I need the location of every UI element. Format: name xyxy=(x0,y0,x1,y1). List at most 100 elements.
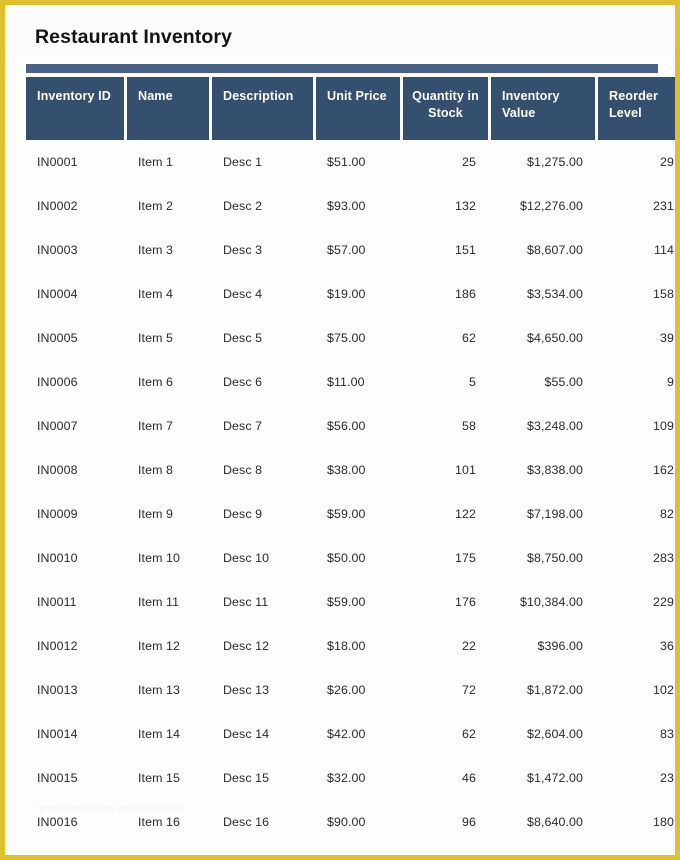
cell-inventory-id: IN0007 xyxy=(37,419,78,433)
cell-inventory-value: $2,604.00 xyxy=(526,727,583,741)
cell-unit-price: $26.00 xyxy=(327,683,366,697)
cell-name: Item 4 xyxy=(138,287,174,301)
table-row: IN0013 Item 13 Desc 13 $26.00 72 $1,872.00 102 xyxy=(26,668,675,712)
cell-quantity: 46 xyxy=(462,771,476,785)
cell-unit-price: $19.00 xyxy=(327,287,366,301)
header-accent-bar xyxy=(26,64,658,73)
table-row: IN0001 Item 1 Desc 1 $51.00 25 $1,275.00 29 xyxy=(26,140,675,184)
cell-reorder-level: 114 xyxy=(653,243,674,257)
cell-name: Item 6 xyxy=(138,375,174,389)
cell-description: Desc 15 xyxy=(223,771,270,785)
cell-inventory-id: IN0001 xyxy=(37,155,78,169)
cell-inventory-value: $3,534.00 xyxy=(526,287,583,301)
cell-unit-price: $50.00 xyxy=(327,551,366,565)
cell-inventory-value: $12,276.00 xyxy=(519,199,583,213)
table-row: IN0016 Item 16 Desc 16 $90.00 96 $8,640.00 180 xyxy=(26,800,675,844)
cell-quantity: 132 xyxy=(455,199,476,213)
cell-description: Desc 6 xyxy=(223,375,263,389)
header-row: Inventory ID Name Description Unit Price… xyxy=(26,77,675,140)
cell-description: Desc 9 xyxy=(223,507,263,521)
cell-inventory-value: $1,472.00 xyxy=(526,771,583,785)
cell-description: Desc 1 xyxy=(223,155,263,169)
column-header-description[interactable]: Description xyxy=(212,77,313,140)
table-row: IN0010 Item 10 Desc 10 $50.00 175 $8,750.00 28… xyxy=(26,536,675,580)
cell-description: Desc 5 xyxy=(223,331,263,345)
cell-inventory-value: $396.00 xyxy=(537,639,583,653)
column-header-inventory-id[interactable]: Inventory ID xyxy=(26,77,124,140)
table-row: IN0015 Item 15 Desc 15 $32.00 46 $1,472.00 23 xyxy=(26,756,675,800)
cell-name: Item 2 xyxy=(138,199,174,213)
table-row: IN0012 Item 12 Desc 12 $18.00 22 $396.00 36 xyxy=(26,624,675,668)
column-header-inventory-value[interactable]: Inventory Value xyxy=(491,77,595,140)
cell-inventory-id: IN0006 xyxy=(37,375,78,389)
cell-inventory-id: IN0004 xyxy=(37,287,78,301)
cell-description: Desc 7 xyxy=(223,419,263,433)
cell-inventory-value: $1,872.00 xyxy=(526,683,583,697)
cell-unit-price: $90.00 xyxy=(327,815,366,829)
cell-reorder-level: 83 xyxy=(660,727,674,741)
cell-unit-price: $93.00 xyxy=(327,199,366,213)
cell-reorder-level: 29 xyxy=(660,155,674,169)
cell-quantity: 175 xyxy=(455,551,476,565)
cell-inventory-id: IN0003 xyxy=(37,243,78,257)
cell-reorder-level: 158 xyxy=(653,287,674,301)
cell-name: Item 16 xyxy=(138,815,181,829)
cell-reorder-level: 283 xyxy=(653,551,674,565)
cell-inventory-value: $3,248.00 xyxy=(526,419,583,433)
column-header-reorder-level[interactable]: Reorder Level xyxy=(598,77,675,140)
cell-reorder-level: 23 xyxy=(660,771,674,785)
cell-inventory-id: IN0010 xyxy=(37,551,78,565)
cell-unit-price: $11.00 xyxy=(327,375,365,389)
cell-description: Desc 14 xyxy=(223,727,270,741)
cell-unit-price: $38.00 xyxy=(327,463,366,477)
cell-name: Item 1 xyxy=(138,155,174,169)
title-bar: Restaurant Inventory xyxy=(5,5,675,51)
cell-description: Desc 8 xyxy=(223,463,263,477)
cell-reorder-level: 231 xyxy=(653,199,674,213)
cell-inventory-value: $10,384.00 xyxy=(519,595,583,609)
table-row: IN0014 Item 14 Desc 14 $42.00 62 $2,604.00 83 xyxy=(26,712,675,756)
cell-quantity: 72 xyxy=(462,683,476,697)
cell-reorder-level: 9 xyxy=(667,375,674,389)
cell-reorder-level: 229 xyxy=(653,595,674,609)
cell-name: Item 3 xyxy=(138,243,174,257)
cell-inventory-value: $4,650.00 xyxy=(526,331,583,345)
column-header-quantity-in-stock[interactable]: Quantity in Stock xyxy=(403,77,488,140)
cell-quantity: 96 xyxy=(462,815,476,829)
table-row: IN0006 Item 6 Desc 6 $11.00 5 $55.00 9 xyxy=(26,360,675,404)
inventory-page: Restaurant Inventory Inventory ID Name D… xyxy=(0,0,680,860)
cell-reorder-level: 36 xyxy=(660,639,674,653)
cell-unit-price: $75.00 xyxy=(327,331,366,345)
cell-description: Desc 10 xyxy=(223,551,270,565)
cell-quantity: 22 xyxy=(462,639,476,653)
inventory-table: Inventory ID Name Description Unit Price… xyxy=(23,77,675,844)
table-body: IN0001 Item 1 Desc 1 $51.00 25 $1,275.00 29 IN0… xyxy=(26,140,675,844)
table-row: IN0004 Item 4 Desc 4 $19.00 186 $3,534.00 158 xyxy=(26,272,675,316)
table-row: IN0003 Item 3 Desc 3 $57.00 151 $8,607.00 114 xyxy=(26,228,675,272)
column-header-name[interactable]: Name xyxy=(127,77,209,140)
cell-inventory-id: IN0012 xyxy=(37,639,78,653)
cell-quantity: 151 xyxy=(455,243,476,257)
cell-quantity: 62 xyxy=(462,331,476,345)
cell-unit-price: $59.00 xyxy=(327,507,366,521)
table-row: IN0008 Item 8 Desc 8 $38.00 101 $3,838.00 162 xyxy=(26,448,675,492)
cell-description: Desc 2 xyxy=(223,199,263,213)
cell-inventory-id: IN0008 xyxy=(37,463,78,477)
cell-quantity: 62 xyxy=(462,727,476,741)
cell-inventory-id: IN0013 xyxy=(37,683,78,697)
cell-reorder-level: 162 xyxy=(653,463,674,477)
table-row: IN0005 Item 5 Desc 5 $75.00 62 $4,650.00 39 xyxy=(26,316,675,360)
cell-unit-price: $56.00 xyxy=(327,419,366,433)
cell-inventory-id: IN0002 xyxy=(37,199,78,213)
cell-inventory-value: $1,275.00 xyxy=(526,155,583,169)
cell-inventory-value: $3,838.00 xyxy=(526,463,583,477)
table-row: IN0011 Item 11 Desc 11 $59.00 176 $10,384.00 2… xyxy=(26,580,675,624)
column-header-unit-price[interactable]: Unit Price xyxy=(316,77,400,140)
cell-inventory-value: $55.00 xyxy=(544,375,583,389)
cell-description: Desc 16 xyxy=(223,815,270,829)
cell-quantity: 176 xyxy=(455,595,476,609)
cell-inventory-value: $8,750.00 xyxy=(526,551,583,565)
cell-name: Item 15 xyxy=(138,771,181,785)
cell-unit-price: $59.00 xyxy=(327,595,366,609)
cell-description: Desc 4 xyxy=(223,287,263,301)
